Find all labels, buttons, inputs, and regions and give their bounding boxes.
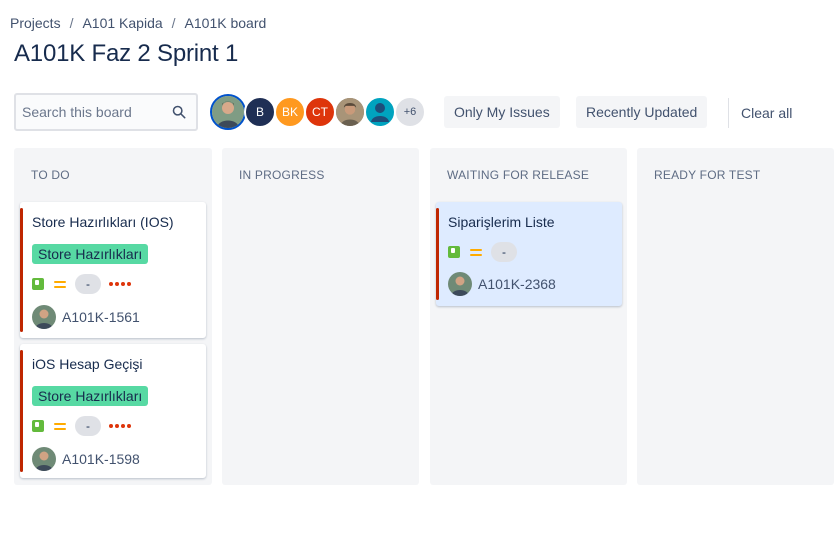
estimate-badge: - xyxy=(491,242,517,262)
avatar-filter-more[interactable]: +6 xyxy=(394,96,426,128)
priority-medium-icon xyxy=(470,247,482,257)
avatar-initials: BK xyxy=(281,105,298,119)
story-icon xyxy=(32,420,44,432)
breadcrumb-project[interactable]: A101 Kapida xyxy=(82,15,162,31)
estimate-badge: - xyxy=(75,416,101,436)
issue-key[interactable]: A101K-1598 xyxy=(62,451,140,467)
card-meta: - xyxy=(32,274,131,294)
more-dots-icon xyxy=(109,282,131,286)
card-meta: - xyxy=(448,242,525,262)
issue-card[interactable]: Siparişlerim Liste - A101K-2368 xyxy=(436,202,622,306)
more-dots-icon xyxy=(109,424,131,428)
breadcrumb-separator: / xyxy=(171,15,176,31)
column-title: TO DO xyxy=(31,168,70,182)
search-icon[interactable] xyxy=(172,105,186,119)
story-icon xyxy=(32,278,44,290)
user-photo-icon xyxy=(32,305,56,329)
user-photo-icon xyxy=(212,96,244,128)
board-search xyxy=(14,93,198,131)
card-summary: iOS Hesap Geçişi xyxy=(32,356,143,372)
only-my-issues-button[interactable]: Only My Issues xyxy=(444,96,560,128)
avatar-filter-user-b[interactable]: B xyxy=(244,96,276,128)
issue-key[interactable]: A101K-2368 xyxy=(478,276,556,292)
column-to-do: TO DO Store Hazırlıkları (IOS) Store Haz… xyxy=(14,148,212,485)
column-in-progress: IN PROGRESS xyxy=(222,148,419,485)
user-photo-icon xyxy=(448,272,472,296)
page-title: A101K Faz 2 Sprint 1 xyxy=(14,40,239,67)
column-ready-for-test: READY FOR TEST xyxy=(637,148,834,485)
card-summary: Siparişlerim Liste xyxy=(448,214,555,230)
avatar-filter-user-bk[interactable]: BK xyxy=(274,96,306,128)
avatar-filter-user-5[interactable] xyxy=(334,96,366,128)
avatar-more-count: +6 xyxy=(403,106,417,118)
breadcrumb-board[interactable]: A101K board xyxy=(185,15,267,31)
clear-all-button[interactable]: Clear all xyxy=(741,105,792,121)
epic-label[interactable]: Store Hazırlıkları xyxy=(32,244,149,264)
issue-card[interactable]: iOS Hesap Geçişi Store Hazırlıkları - A1… xyxy=(20,344,206,478)
breadcrumb-separator: / xyxy=(69,15,74,31)
avatar-initials: CT xyxy=(312,105,328,119)
issue-key[interactable]: A101K-1561 xyxy=(62,309,140,325)
epic-label[interactable]: Store Hazırlıkları xyxy=(32,386,149,406)
flag-bar xyxy=(436,208,439,300)
user-photo-icon xyxy=(32,447,56,471)
user-photo-icon xyxy=(336,98,364,126)
search-input[interactable] xyxy=(16,95,166,129)
priority-medium-icon xyxy=(54,279,66,289)
avatar-filter-user-6[interactable] xyxy=(364,96,396,128)
card-summary: Store Hazırlıkları (IOS) xyxy=(32,214,174,230)
flag-bar xyxy=(20,208,23,332)
avatar-filter-user-1[interactable] xyxy=(210,94,246,130)
recently-updated-button[interactable]: Recently Updated xyxy=(576,96,708,128)
column-waiting-for-release: WAITING FOR RELEASE Siparişlerim Liste -… xyxy=(430,148,627,485)
avatar-filter-user-ct[interactable]: CT xyxy=(304,96,336,128)
toolbar-divider xyxy=(728,98,729,128)
column-title: WAITING FOR RELEASE xyxy=(447,168,590,182)
card-meta: - xyxy=(32,416,131,436)
assignee-avatar[interactable] xyxy=(32,305,56,329)
priority-medium-icon xyxy=(54,421,66,431)
avatar-initials: B xyxy=(255,105,264,119)
breadcrumb: Projects / A101 Kapida / A101K board xyxy=(10,15,266,31)
default-user-icon xyxy=(371,103,389,122)
column-title: IN PROGRESS xyxy=(239,168,325,182)
issue-card[interactable]: Store Hazırlıkları (IOS) Store Hazırlıkl… xyxy=(20,202,206,338)
story-icon xyxy=(448,246,460,258)
flag-bar xyxy=(20,350,23,472)
estimate-badge: - xyxy=(75,274,101,294)
column-title: READY FOR TEST xyxy=(654,168,761,182)
assignee-avatar[interactable] xyxy=(32,447,56,471)
assignee-avatar[interactable] xyxy=(448,272,472,296)
breadcrumb-projects[interactable]: Projects xyxy=(10,15,61,31)
